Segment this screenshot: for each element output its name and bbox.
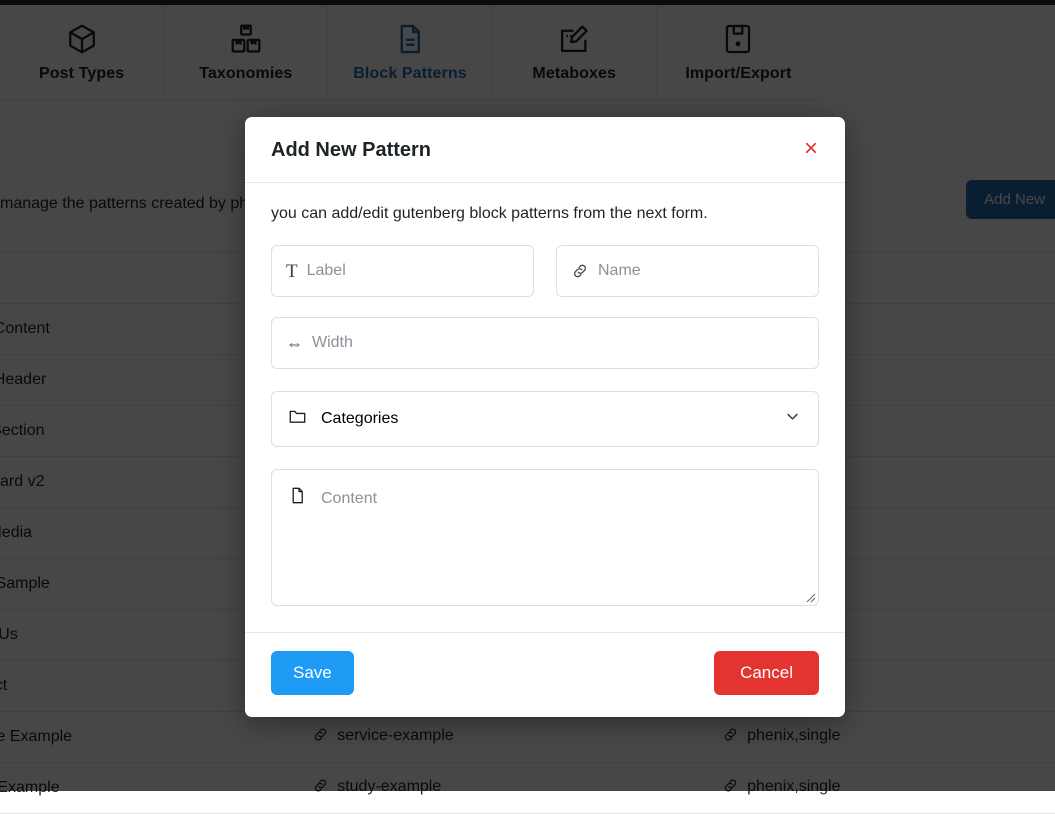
categories-select[interactable]: Categories xyxy=(271,391,819,447)
modal-footer: Save Cancel xyxy=(245,632,845,717)
close-icon[interactable]: × xyxy=(797,135,825,163)
modal-body: you can add/edit gutenberg block pattern… xyxy=(245,183,845,632)
arrows-horizontal-icon: ⇔ xyxy=(286,335,303,352)
add-new-pattern-modal: Add New Pattern × you can add/edit guten… xyxy=(245,117,845,717)
folder-icon xyxy=(288,407,307,431)
width-field[interactable]: ⇔ Width xyxy=(271,317,819,369)
modal-title: Add New Pattern xyxy=(271,139,819,162)
resize-handle-icon[interactable] xyxy=(802,589,816,603)
name-field[interactable]: Name xyxy=(556,245,819,297)
save-button[interactable]: Save xyxy=(271,651,354,695)
modal-header: Add New Pattern × xyxy=(245,117,845,183)
name-field-placeholder: Name xyxy=(598,262,641,280)
categories-select-placeholder: Categories xyxy=(321,410,398,428)
content-textarea-placeholder: Content xyxy=(321,489,377,589)
modal-description: you can add/edit gutenberg block pattern… xyxy=(271,205,819,223)
label-field[interactable]: T Label xyxy=(271,245,534,297)
link-icon xyxy=(571,262,589,280)
content-textarea[interactable]: Content xyxy=(271,469,819,606)
width-field-placeholder: Width xyxy=(312,334,353,352)
field-row-label-name: T Label Name xyxy=(271,245,819,297)
chevron-down-icon xyxy=(783,407,802,431)
file-icon xyxy=(288,486,307,589)
label-field-placeholder: Label xyxy=(307,262,346,280)
text-format-icon: T xyxy=(286,262,298,281)
cancel-button[interactable]: Cancel xyxy=(714,651,819,695)
